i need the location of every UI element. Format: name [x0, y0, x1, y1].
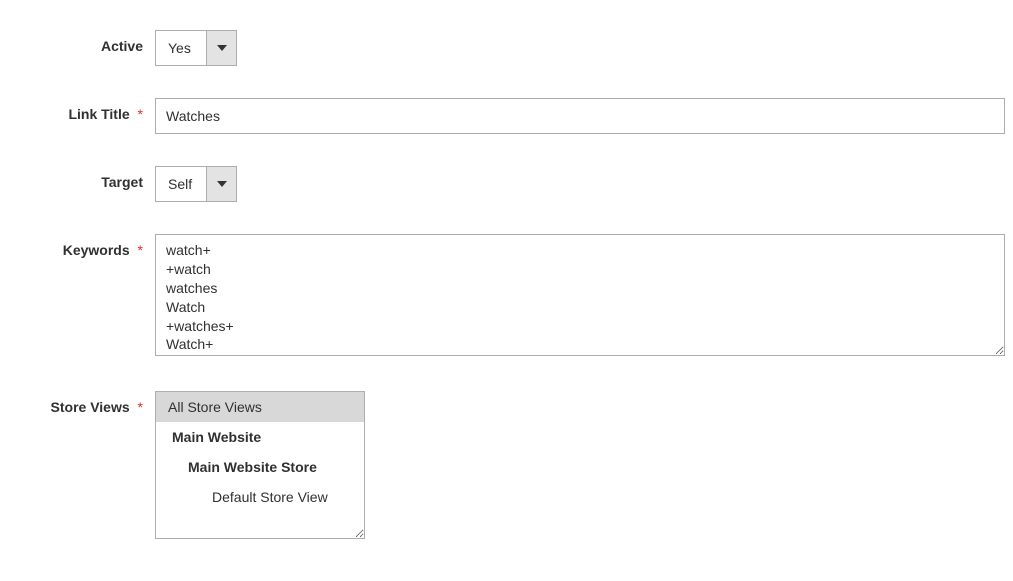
link-title-input[interactable] — [155, 98, 1005, 134]
required-asterisk: * — [138, 399, 143, 415]
chevron-down-icon — [217, 45, 227, 51]
active-select-button[interactable] — [206, 31, 236, 65]
keywords-textarea[interactable] — [155, 234, 1005, 356]
link-title-label: Link Title * — [10, 98, 155, 134]
store-views-option[interactable]: All Store Views — [156, 392, 364, 422]
keywords-control — [155, 234, 1010, 359]
store-views-label: Store Views * — [10, 391, 155, 539]
target-select-button[interactable] — [206, 167, 236, 201]
settings-form: Active Yes Link Title * Target Self — [10, 30, 1010, 539]
required-asterisk: * — [138, 242, 143, 258]
store-views-row: Store Views * All Store ViewsMain Websit… — [10, 391, 1010, 539]
target-label: Target — [10, 166, 155, 202]
store-views-option[interactable]: Default Store View — [156, 482, 364, 512]
active-select-value: Yes — [156, 31, 206, 65]
keywords-label: Keywords * — [10, 234, 155, 359]
active-control: Yes — [155, 30, 1010, 66]
active-label-text: Active — [101, 38, 143, 54]
store-views-label-text: Store Views — [51, 399, 130, 415]
store-views-option[interactable]: Main Website Store — [156, 452, 364, 482]
keywords-label-text: Keywords — [63, 242, 130, 258]
required-asterisk: * — [138, 106, 143, 122]
link-title-control — [155, 98, 1010, 134]
keywords-row: Keywords * — [10, 234, 1010, 359]
active-label: Active — [10, 30, 155, 66]
target-label-text: Target — [101, 174, 143, 190]
store-views-control: All Store ViewsMain WebsiteMain Website … — [155, 391, 1010, 539]
target-select-value: Self — [156, 167, 206, 201]
target-select[interactable]: Self — [155, 166, 237, 202]
chevron-down-icon — [217, 181, 227, 187]
active-row: Active Yes — [10, 30, 1010, 66]
target-row: Target Self — [10, 166, 1010, 202]
link-title-label-text: Link Title — [68, 106, 129, 122]
active-select[interactable]: Yes — [155, 30, 237, 66]
link-title-row: Link Title * — [10, 98, 1010, 134]
target-control: Self — [155, 166, 1010, 202]
store-views-option[interactable]: Main Website — [156, 422, 364, 452]
store-views-multiselect[interactable]: All Store ViewsMain WebsiteMain Website … — [155, 391, 365, 539]
